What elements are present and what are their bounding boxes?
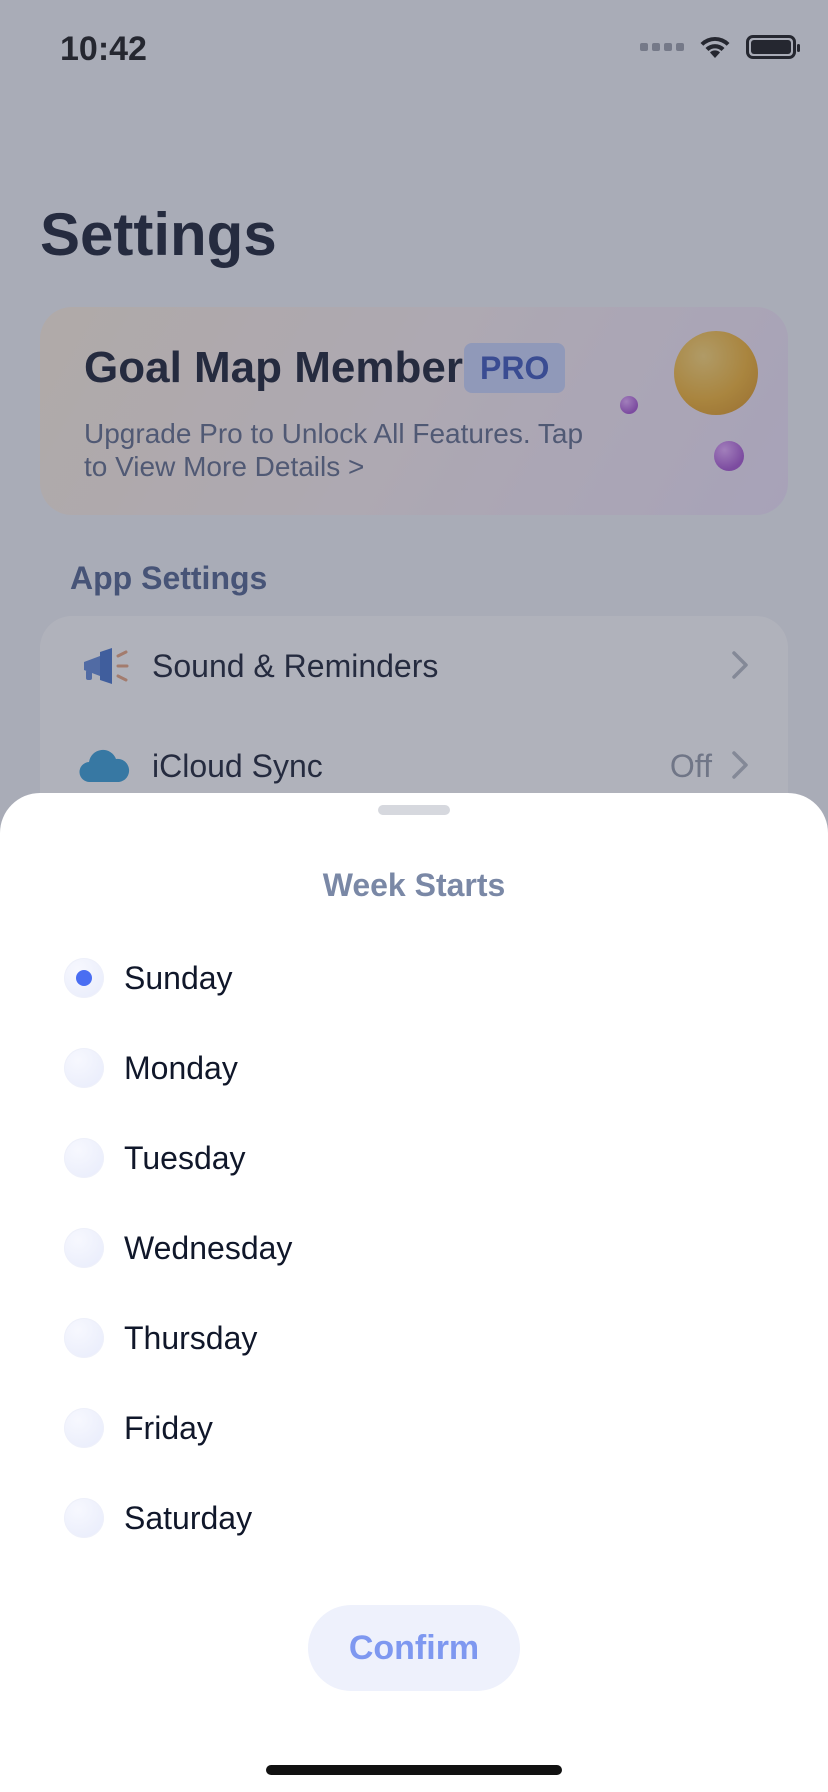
option-monday[interactable]: Monday (40, 1028, 788, 1108)
sheet-title: Week Starts (322, 867, 506, 903)
option-friday[interactable]: Friday (40, 1388, 788, 1468)
radio-button[interactable] (64, 1318, 104, 1358)
option-label: Wednesday (124, 1230, 293, 1266)
confirm-button[interactable]: Confirm (308, 1605, 520, 1691)
radio-button[interactable] (64, 1138, 104, 1178)
option-label: Tuesday (124, 1140, 246, 1176)
radio-button[interactable] (64, 1228, 104, 1268)
option-label: Saturday (124, 1500, 253, 1536)
radio-button[interactable] (64, 1408, 104, 1448)
week-starts-sheet: Week Starts Sunday Monday Tuesday Wednes… (0, 793, 828, 1792)
radio-button[interactable] (64, 1048, 104, 1088)
option-sunday[interactable]: Sunday (40, 938, 788, 1018)
option-label: Thursday (124, 1320, 258, 1356)
option-label: Friday (124, 1410, 213, 1446)
radio-button-selected[interactable] (64, 958, 104, 998)
option-label: Monday (124, 1050, 238, 1086)
option-tuesday[interactable]: Tuesday (40, 1118, 788, 1198)
option-label: Sunday (124, 960, 233, 996)
option-thursday[interactable]: Thursday (40, 1298, 788, 1378)
option-wednesday[interactable]: Wednesday (40, 1208, 788, 1288)
radio-button[interactable] (64, 1498, 104, 1538)
sheet-grabber[interactable] (378, 805, 450, 815)
option-saturday[interactable]: Saturday (40, 1478, 788, 1558)
home-indicator (266, 1765, 562, 1775)
